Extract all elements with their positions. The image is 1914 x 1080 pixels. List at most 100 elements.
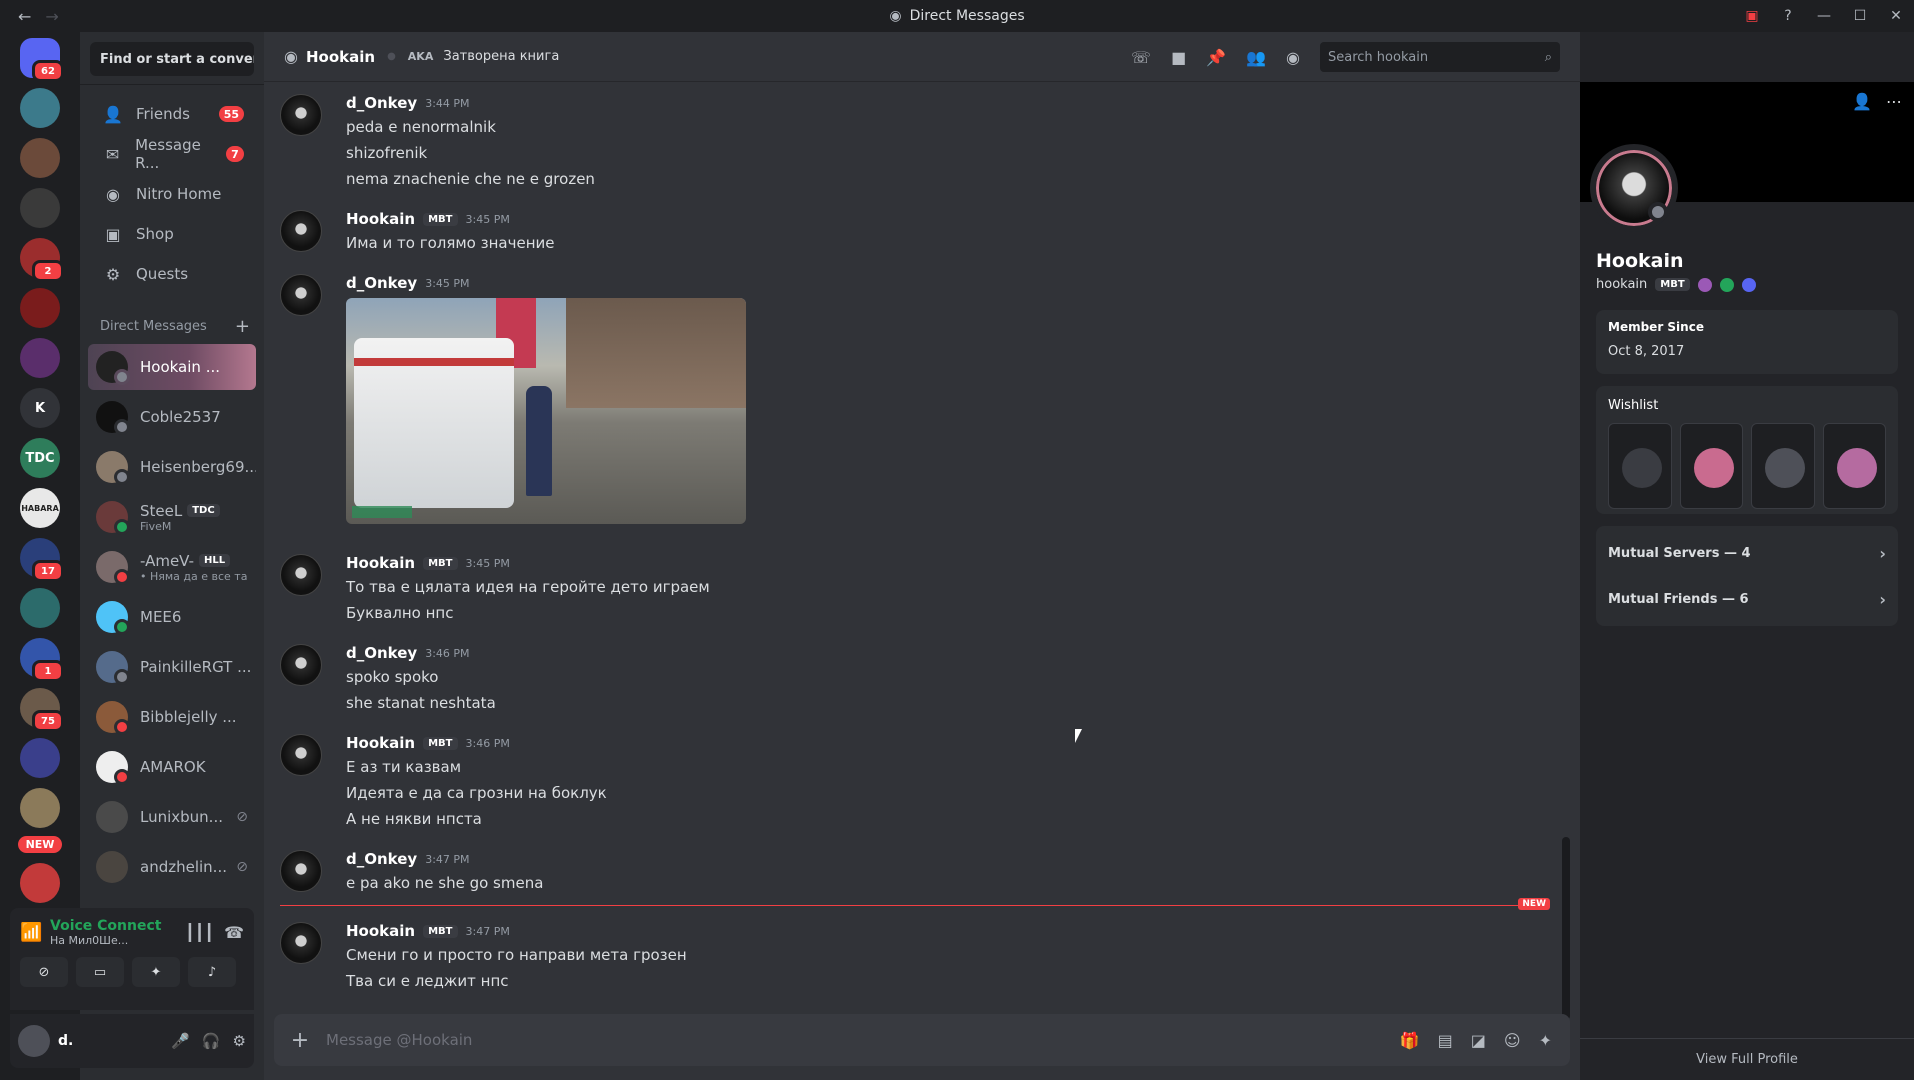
scrollbar[interactable] xyxy=(1562,837,1570,1020)
search-input[interactable]: Search hookain ⌕ xyxy=(1320,42,1560,72)
camera-off-button[interactable]: ⊘ xyxy=(20,957,68,987)
server-icon[interactable] xyxy=(20,338,60,378)
wishlist-item[interactable] xyxy=(1751,423,1815,509)
boost-badge-icon[interactable] xyxy=(1741,277,1756,292)
gif-icon[interactable]: ▤ xyxy=(1438,1031,1453,1050)
gift-icon[interactable]: 🎁 xyxy=(1400,1031,1420,1050)
dm-item[interactable]: Bibblejelly ... xyxy=(88,694,256,740)
avatar[interactable] xyxy=(280,734,322,776)
server-icon[interactable] xyxy=(20,788,60,828)
user-profile-icon[interactable]: ◉ xyxy=(1286,48,1300,67)
avatar[interactable] xyxy=(280,850,322,892)
server-icon[interactable] xyxy=(20,863,60,903)
server-icon[interactable] xyxy=(20,188,60,228)
sidebar-item-message-r[interactable]: ✉ Message R... 7 xyxy=(88,136,256,172)
maximize-button[interactable]: ☐ xyxy=(1842,0,1878,32)
user-name[interactable]: d. xyxy=(58,1033,159,1049)
message-group[interactable]: Hookain MBT 3:46 PM Е аз ти казвам Идеята е … xyxy=(280,732,1564,832)
profile-avatar[interactable] xyxy=(1590,144,1678,232)
message-author[interactable]: d_Onkey xyxy=(346,94,417,112)
message-group[interactable]: d_Onkey 3:47 PM е ра ako ne she go smena xyxy=(280,848,1564,896)
dm-item[interactable]: Heisenberg69... xyxy=(88,444,256,490)
profile-username[interactable]: hookain xyxy=(1596,277,1647,292)
sidebar-item-friends[interactable]: 👤 Friends 55 xyxy=(88,96,256,132)
dm-item[interactable]: SteeL TDC FiveM xyxy=(88,494,256,540)
apps-icon[interactable]: ✦ xyxy=(1539,1031,1552,1050)
server-icon[interactable]: 17 xyxy=(20,538,64,582)
minimize-button[interactable]: — xyxy=(1806,0,1842,32)
message-author[interactable]: d_Onkey xyxy=(346,850,417,868)
sticker-icon[interactable]: ◪ xyxy=(1471,1031,1486,1050)
avatar[interactable] xyxy=(18,1025,50,1057)
avatar[interactable] xyxy=(280,922,322,964)
help-icon[interactable]: ? xyxy=(1770,0,1806,32)
server-icon[interactable]: 2 xyxy=(20,238,64,282)
server-icon[interactable] xyxy=(20,288,60,328)
discord-home-icon[interactable]: 62 xyxy=(20,38,64,82)
mutual-friends-row[interactable]: Mutual Friends — 6 › xyxy=(1596,576,1898,622)
disconnect-icon[interactable]: ☎ xyxy=(224,923,244,942)
call-icon[interactable]: ☏ xyxy=(1131,48,1151,67)
message-author[interactable]: d_Onkey xyxy=(346,274,417,292)
server-icon[interactable] xyxy=(20,588,60,628)
dm-item[interactable]: Hookain ... xyxy=(88,344,256,390)
clan-tag[interactable]: MBT xyxy=(423,924,458,938)
avatar[interactable] xyxy=(280,644,322,686)
message-group[interactable]: d_Onkey 3:45 PM xyxy=(280,272,1564,524)
pin-icon[interactable]: 📌 xyxy=(1206,48,1226,67)
message-group[interactable]: d_Onkey 3:46 PM spoko spoko she stanat nesh… xyxy=(280,642,1564,716)
dm-item[interactable]: Lunixbun... ⊘ xyxy=(88,794,256,840)
dm-item[interactable]: andzhelin... ⊘ xyxy=(88,844,256,890)
voice-channel[interactable]: На Мил0Ше... xyxy=(50,934,175,947)
avatar[interactable] xyxy=(280,274,322,316)
create-dm-icon[interactable]: + xyxy=(235,316,250,337)
server-icon[interactable]: 1 xyxy=(20,638,64,682)
hypesquad-badge-icon[interactable] xyxy=(1697,277,1712,292)
dm-item[interactable]: -AmeV- HLL • Няма да е все та xyxy=(88,544,256,590)
view-full-profile-button[interactable]: View Full Profile xyxy=(1580,1038,1914,1080)
message-author[interactable]: Hookain xyxy=(346,210,415,228)
find-conversation-button[interactable]: Find or start a conver... xyxy=(90,42,254,76)
message-group[interactable]: Hookain MBT 3:47 PM Смени го и просто го на… xyxy=(280,920,1564,994)
wishlist-item[interactable] xyxy=(1822,423,1886,509)
message-input[interactable]: Message @Hookain xyxy=(326,1031,1400,1049)
avatar[interactable] xyxy=(280,554,322,596)
microphone-icon[interactable]: 🎤 xyxy=(171,1032,190,1050)
message-author[interactable]: Hookain xyxy=(346,734,415,752)
close-button[interactable]: ✕ xyxy=(1878,0,1914,32)
message-group[interactable]: Hookain MBT 3:45 PM То тва е цялата идея на… xyxy=(280,552,1564,626)
add-friends-icon[interactable]: 👥 xyxy=(1246,48,1266,67)
video-call-icon[interactable]: ■ xyxy=(1171,48,1186,67)
sidebar-item-quests[interactable]: ⚙ Quests xyxy=(88,256,256,292)
avatar[interactable] xyxy=(280,210,322,252)
add-friend-icon[interactable]: 👤 xyxy=(1852,92,1872,111)
clan-tag[interactable]: MBT xyxy=(423,736,458,750)
message-author[interactable]: Hookain xyxy=(346,554,415,572)
voice-status[interactable]: Voice Connect xyxy=(50,918,175,934)
server-icon[interactable] xyxy=(20,138,60,178)
screen-share-button[interactable]: ▭ xyxy=(76,957,124,987)
nitro-badge-icon[interactable] xyxy=(1719,277,1734,292)
inbox-icon[interactable]: ▣ xyxy=(1734,0,1770,32)
clan-tag[interactable]: MBT xyxy=(423,212,458,226)
server-icon[interactable]: TDC xyxy=(20,438,60,478)
soundboard-button[interactable]: ♪ xyxy=(188,957,236,987)
mutual-servers-row[interactable]: Mutual Servers — 4 › xyxy=(1596,530,1898,576)
settings-gear-icon[interactable]: ⚙ xyxy=(233,1032,246,1050)
avatar[interactable] xyxy=(280,94,322,136)
server-icon[interactable]: HABARA xyxy=(20,488,60,528)
dm-item[interactable]: AMAROK xyxy=(88,744,256,790)
dm-item[interactable]: Coble2537 xyxy=(88,394,256,440)
headphones-icon[interactable]: 🎧 xyxy=(202,1032,221,1050)
message-author[interactable]: d_Onkey xyxy=(346,644,417,662)
image-attachment[interactable] xyxy=(346,298,746,524)
server-icon[interactable] xyxy=(20,738,60,778)
server-icon[interactable] xyxy=(20,88,60,128)
noise-suppression-icon[interactable]: ┃┃┃ xyxy=(185,923,214,942)
signal-icon[interactable]: 📶 xyxy=(20,922,44,943)
dm-item[interactable]: PainkilleRGT ... xyxy=(88,644,256,690)
activities-button[interactable]: ✦ xyxy=(132,957,180,987)
message-author[interactable]: Hookain xyxy=(346,922,415,940)
more-options-icon[interactable]: ⋯ xyxy=(1886,92,1902,111)
clan-tag[interactable]: MBT xyxy=(423,556,458,570)
